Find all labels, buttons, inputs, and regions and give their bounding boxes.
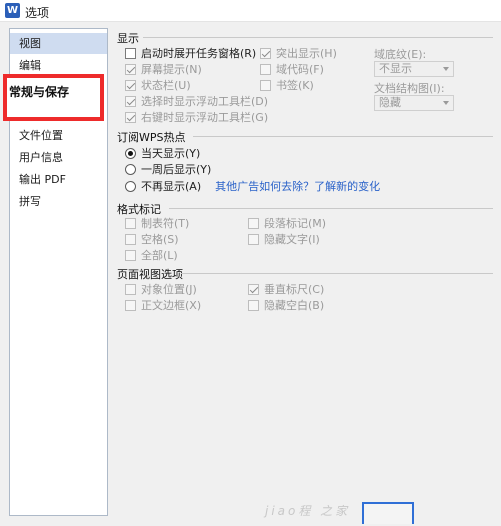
option-never-show[interactable]: 不再显示(A) 其他广告如何去除？了解新的变化 (125, 179, 380, 193)
doc-map-label: 文档结构图(I): (374, 82, 445, 95)
option-show-after-week[interactable]: 一周后显示(Y) (125, 162, 211, 176)
sidebar-item-view[interactable]: 视图 (10, 33, 107, 54)
sidebar-item-user-info[interactable]: 用户信息 (10, 147, 107, 168)
option-bookmarks[interactable]: 书签(K) (260, 78, 314, 92)
option-show-today[interactable]: 当天显示(Y) (125, 146, 200, 160)
radio-button[interactable] (125, 163, 136, 175)
checkbox[interactable] (260, 79, 271, 91)
checkbox[interactable] (125, 217, 136, 229)
checkbox[interactable] (248, 217, 259, 229)
checkbox[interactable] (125, 249, 136, 261)
option-status-bar[interactable]: 状态栏(U) (125, 78, 191, 92)
option-text-boundaries[interactable]: 正文边框(X) (125, 298, 201, 312)
checkbox[interactable] (248, 283, 259, 295)
sidebar-item-edit[interactable]: 编辑 (10, 55, 107, 76)
checkbox[interactable] (125, 299, 136, 311)
sidebar-item-spelling[interactable]: 拼写 (10, 191, 107, 212)
radio-button[interactable] (125, 147, 136, 159)
section-divider (169, 208, 493, 209)
checkbox[interactable] (125, 111, 136, 123)
options-dialog: 视图 编辑 打印 文件位置 用户信息 输出 PDF 拼写 常规与保存 显示 启动… (0, 22, 501, 526)
field-shading-select[interactable]: 不显示 (374, 61, 454, 77)
option-all-marks[interactable]: 全部(L) (125, 248, 178, 262)
field-shading-label: 域底纹(E): (374, 48, 427, 61)
view-settings-panel: 显示 启动时展开任务窗格(R) 屏幕提示(N) 状态栏(U) 选择时显示浮动工具… (115, 28, 493, 498)
section-divider (181, 273, 493, 274)
checkbox[interactable] (125, 233, 136, 245)
radio-button[interactable] (125, 180, 136, 192)
option-float-toolbar-select[interactable]: 选择时显示浮动工具栏(D) (125, 94, 268, 108)
section-title-page-view: 页面视图选项 (117, 268, 183, 281)
ok-button[interactable] (362, 502, 414, 524)
section-divider (143, 37, 493, 38)
option-field-codes[interactable]: 域代码(F) (260, 62, 324, 76)
option-highlight[interactable]: 突出显示(H) (260, 46, 337, 60)
option-hide-whitespace[interactable]: 隐藏空白(B) (248, 298, 324, 312)
doc-map-select[interactable]: 隐藏 (374, 95, 454, 111)
option-hidden-text[interactable]: 隐藏文字(I) (248, 232, 320, 246)
checkbox[interactable] (125, 283, 136, 295)
option-object-anchors[interactable]: 对象位置(J) (125, 282, 197, 296)
dialog-footer: jiao程 之家 (115, 500, 493, 524)
option-vertical-ruler[interactable]: 垂直标尺(C) (248, 282, 324, 296)
option-screen-tips[interactable]: 屏幕提示(N) (125, 62, 202, 76)
option-spaces[interactable]: 空格(S) (125, 232, 179, 246)
title-bar: W 选项 (0, 0, 501, 22)
checkbox[interactable] (125, 95, 136, 107)
option-paragraph-marks[interactable]: 段落标记(M) (248, 216, 326, 230)
wps-app-icon: W (5, 3, 20, 18)
chevron-down-icon (443, 67, 449, 71)
checkbox[interactable] (125, 79, 136, 91)
section-title-display: 显示 (117, 32, 139, 45)
section-title-hotspot: 订阅WPS热点 (117, 131, 186, 144)
sidebar-item-file-location[interactable]: 文件位置 (10, 125, 107, 146)
option-float-toolbar-rightclick[interactable]: 右键时显示浮动工具栏(G) (125, 110, 268, 124)
section-divider (193, 136, 493, 137)
checkbox[interactable] (260, 47, 271, 59)
chevron-down-icon (443, 101, 449, 105)
window-title: 选项 (25, 6, 50, 20)
option-tab-char[interactable]: 制表符(T) (125, 216, 189, 230)
ad-removal-link[interactable]: 其他广告如何去除？了解新的变化 (215, 178, 380, 194)
highlight-general-save-label[interactable]: 常规与保存 (9, 83, 69, 100)
site-watermark: jiao程 之家 (265, 504, 351, 518)
checkbox[interactable] (260, 63, 271, 75)
option-expand-task-pane[interactable]: 启动时展开任务窗格(R) (125, 46, 256, 60)
checkbox[interactable] (125, 47, 136, 59)
checkbox[interactable] (125, 63, 136, 75)
sidebar-item-export-pdf[interactable]: 输出 PDF (10, 169, 107, 190)
checkbox[interactable] (248, 299, 259, 311)
checkbox[interactable] (248, 233, 259, 245)
